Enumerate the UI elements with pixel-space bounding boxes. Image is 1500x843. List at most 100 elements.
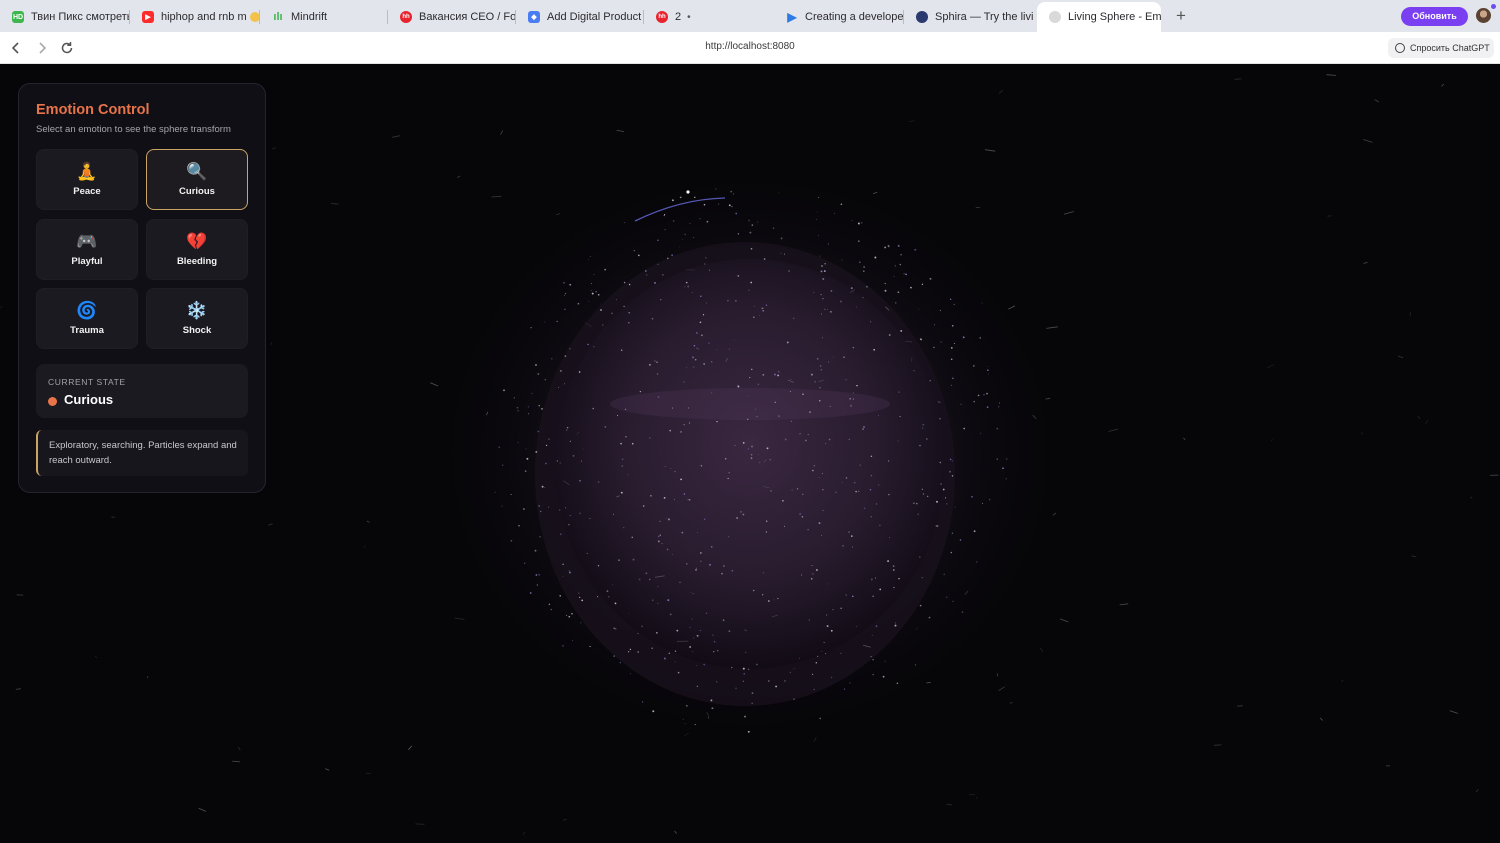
particle	[822, 489, 824, 491]
emotion-label: Peace	[73, 186, 101, 197]
particle	[858, 261, 861, 264]
tab-sphira[interactable]: Sphira — Try the livin	[904, 4, 1034, 30]
back-button[interactable]	[8, 40, 24, 56]
particle	[892, 569, 895, 571]
particle	[766, 520, 768, 522]
emotion-bleeding-button[interactable]: 💔 Bleeding	[146, 219, 248, 280]
particle	[922, 427, 924, 429]
particle	[629, 648, 632, 651]
particle	[899, 416, 901, 418]
update-button[interactable]: Обновить	[1401, 7, 1468, 26]
particle	[742, 513, 745, 516]
particle	[823, 270, 826, 273]
particle	[865, 285, 868, 288]
particle	[749, 231, 752, 234]
particle	[829, 405, 831, 408]
forward-button[interactable]	[34, 40, 50, 56]
particle	[710, 361, 713, 363]
particle	[973, 530, 976, 533]
gamepad-icon: 🎮	[76, 232, 98, 251]
star-streak	[1119, 603, 1129, 606]
particle	[742, 667, 745, 670]
particle	[816, 569, 818, 571]
reload-button[interactable]	[59, 40, 75, 56]
particle	[674, 650, 677, 652]
particle	[696, 634, 699, 637]
profile-avatar[interactable]	[1476, 8, 1491, 23]
particle	[689, 499, 691, 501]
particle	[680, 478, 682, 481]
particle	[692, 366, 695, 368]
particle	[568, 571, 571, 574]
particle	[749, 377, 751, 379]
tab-label: Mindrift	[291, 11, 328, 23]
tab-living-sphere[interactable]: Living Sphere - Emot	[1037, 2, 1161, 32]
particle	[980, 432, 982, 434]
particle	[685, 281, 688, 284]
tab-creating-developer[interactable]: ▶ Creating a developer	[774, 4, 904, 30]
particle	[621, 465, 624, 467]
particle	[813, 688, 815, 690]
particle	[950, 347, 953, 349]
tab-hiphop[interactable]: ▶ hiphop and rnb m	[130, 4, 260, 30]
particle	[801, 516, 804, 518]
particle	[735, 687, 737, 689]
particle	[898, 577, 900, 580]
particle	[710, 391, 713, 394]
tab-add-digital-product[interactable]: ◆ Add Digital Product	[516, 4, 644, 30]
star-streak	[1039, 647, 1044, 653]
tab-hh-2[interactable]: hh 2 •	[644, 4, 772, 30]
star-streak	[1409, 311, 1411, 317]
particle	[750, 281, 753, 284]
ask-chatgpt-label: Спросить ChatGPT	[1410, 43, 1490, 53]
star-streak	[1340, 679, 1344, 683]
particle	[705, 256, 707, 259]
particle	[805, 439, 807, 442]
particle	[736, 517, 739, 519]
ask-chatgpt-button[interactable]: Спросить ChatGPT	[1388, 38, 1494, 58]
particle	[548, 603, 551, 606]
particle	[665, 517, 667, 519]
particle	[887, 560, 890, 563]
particle	[972, 364, 975, 367]
particle	[798, 657, 800, 659]
emotion-peace-button[interactable]: 🧘 Peace	[36, 149, 138, 210]
particle	[761, 307, 764, 310]
sphere-canvas[interactable]: Emotion Control Select an emotion to see…	[0, 64, 1500, 843]
particle	[893, 586, 895, 589]
particle	[870, 578, 873, 581]
particle	[510, 539, 513, 542]
particle	[919, 556, 921, 558]
particle	[756, 415, 758, 417]
emotion-playful-button[interactable]: 🎮 Playful	[36, 219, 138, 280]
particle	[870, 516, 872, 518]
particle	[784, 438, 787, 441]
emotion-trauma-button[interactable]: 🌀 Trauma	[36, 288, 138, 349]
particle	[950, 551, 953, 554]
url-field[interactable]: http://localhost:8080	[620, 41, 880, 52]
particle	[689, 223, 691, 224]
particle	[917, 513, 919, 515]
emotion-shock-button[interactable]: ❄️ Shock	[146, 288, 248, 349]
tab-vacancy-ceo[interactable]: hh Вакансия CEO / Fou	[388, 4, 516, 30]
tab-mindrift[interactable]: ılı Mindrift	[260, 4, 388, 30]
particle	[722, 565, 725, 567]
particle	[753, 306, 755, 307]
tab-twin-peaks[interactable]: HD Твин Пикс смотреть	[0, 4, 130, 30]
particle	[650, 495, 652, 497]
particle	[558, 387, 560, 388]
particle	[666, 548, 669, 551]
emotion-curious-button[interactable]: 🔍 Curious	[146, 149, 248, 210]
particle	[799, 513, 802, 515]
particle	[671, 199, 674, 202]
particle	[977, 394, 980, 397]
particle	[677, 671, 680, 674]
particle	[657, 535, 660, 538]
particle	[538, 404, 540, 407]
particle	[863, 507, 866, 510]
particle	[774, 401, 776, 403]
particle	[631, 442, 634, 445]
particle	[832, 609, 834, 611]
new-tab-button[interactable]: +	[1172, 6, 1190, 26]
particle	[853, 481, 856, 484]
